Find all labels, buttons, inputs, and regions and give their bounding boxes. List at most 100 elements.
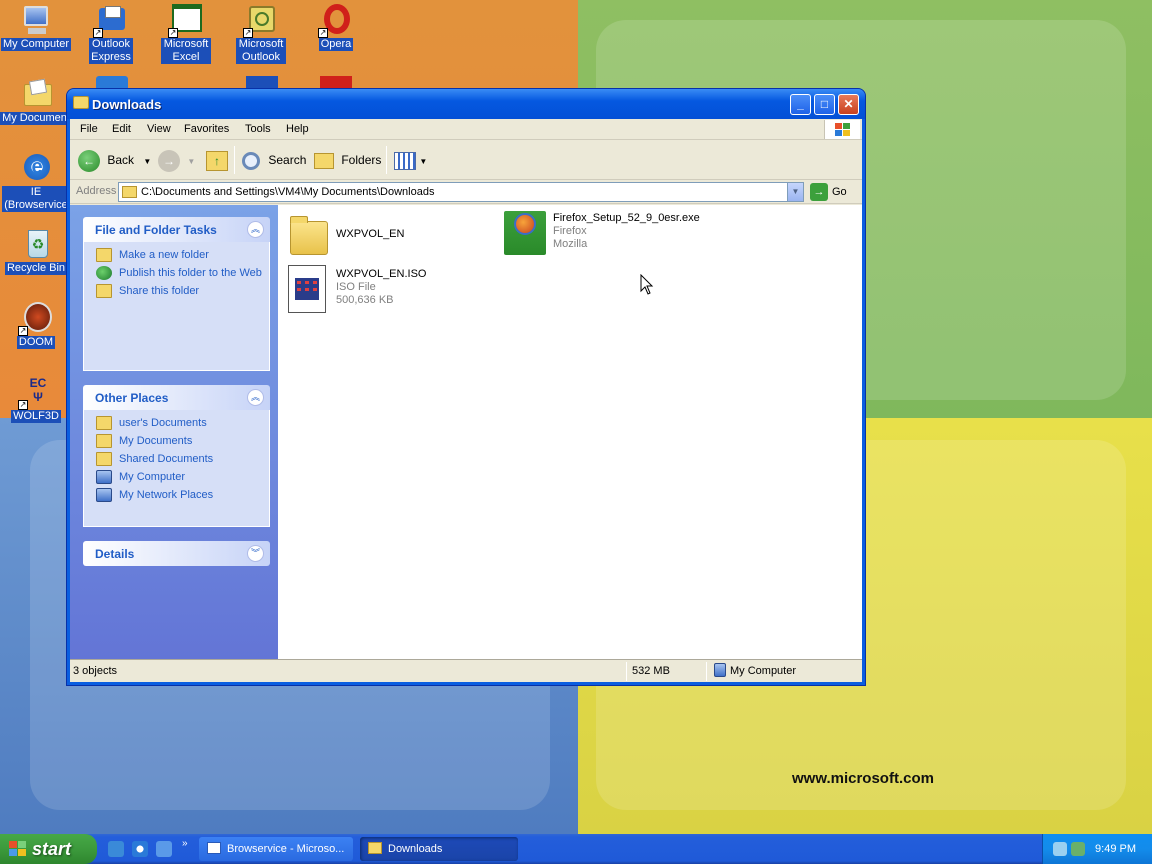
folder-icon (96, 416, 112, 430)
task-label: Share this folder (119, 285, 200, 297)
place-my-network-places[interactable]: My Network Places (96, 488, 269, 502)
windows-logo-throbber (824, 120, 860, 139)
firefox-installer-icon (504, 211, 546, 255)
panel-header[interactable]: Other Places ︽ (83, 385, 270, 410)
other-places-panel: Other Places ︽ user's Documents My Docum… (83, 385, 270, 527)
taskbar-item-label: Downloads (388, 843, 443, 855)
maximize-button[interactable]: □ (814, 94, 835, 115)
computer-icon (96, 470, 112, 484)
place-users-documents[interactable]: user's Documents (96, 416, 269, 430)
back-button[interactable]: ← Back ▼ (78, 148, 151, 172)
desktop-icon-label: My Computer (0, 38, 72, 51)
views-icon (394, 151, 416, 170)
folders-button[interactable]: Folders (314, 148, 381, 172)
file-type: ISO File (336, 281, 376, 293)
network-tray-icon[interactable] (1053, 842, 1067, 856)
folder-icon (122, 186, 137, 198)
desktop-icon-doom[interactable]: ↗ DOOM (0, 302, 72, 349)
quicklaunch-ie-icon[interactable] (132, 841, 148, 857)
minimize-button[interactable]: _ (790, 94, 811, 115)
place-label: My Computer (119, 471, 186, 483)
search-button[interactable]: Search (242, 148, 306, 172)
chevron-down-icon: ▼ (419, 157, 428, 166)
title-bar[interactable]: Downloads _ □ ✕ (67, 89, 865, 119)
task-label: Publish this folder to the Web (119, 267, 262, 279)
desktop-icon-outlook-express[interactable]: ↗ Outlook Express (75, 4, 147, 64)
task-share-folder[interactable]: Share this folder (96, 284, 269, 298)
address-input[interactable]: C:\Documents and Settings\VM4\My Documen… (118, 182, 804, 202)
close-button[interactable]: ✕ (838, 94, 859, 115)
taskbar-item-label: Browservice - Microso... (227, 843, 345, 855)
forward-arrow-icon: → (158, 149, 180, 172)
toolbar-separator (386, 146, 387, 174)
chevron-down-icon[interactable]: ▼ (143, 157, 151, 166)
opera-icon: ↗ (318, 4, 352, 38)
status-separator (626, 662, 627, 681)
explorer-window[interactable]: Downloads _ □ ✕ File Edit View Favorites… (66, 88, 866, 686)
menu-favorites[interactable]: Favorites (184, 123, 229, 135)
desktop-icon-label: Opera (318, 38, 354, 51)
taskbar-item-downloads[interactable]: Downloads (360, 837, 518, 861)
task-make-new-folder[interactable]: Make a new folder (96, 248, 269, 262)
my-computer-icon (20, 4, 52, 36)
system-tray: 9:49 PM (1042, 834, 1152, 864)
computer-icon (714, 663, 726, 677)
desktop-icon-outlook[interactable]: ↗ Microsoft Outlook (225, 4, 297, 64)
menu-file[interactable]: File (80, 123, 98, 135)
quicklaunch-overflow-icon[interactable]: » (182, 838, 188, 849)
safely-remove-tray-icon[interactable] (1071, 842, 1085, 856)
windows-flag-icon (9, 841, 27, 857)
desktop-icon-excel[interactable]: ↗ Microsoft Excel (150, 4, 222, 64)
quicklaunch-desktop-icon[interactable] (156, 841, 172, 857)
menu-view[interactable]: View (147, 123, 171, 135)
chevron-up-icon[interactable]: ︽ (247, 389, 264, 406)
go-button[interactable]: → Go (810, 182, 847, 202)
doom-icon: ↗ (18, 302, 52, 336)
menu-edit[interactable]: Edit (112, 123, 131, 135)
file-item-folder[interactable]: WXPVOL_EN (288, 213, 468, 259)
ie-window-icon (207, 842, 221, 854)
panel-header[interactable]: Details ︾ (83, 541, 270, 566)
place-my-documents[interactable]: My Documents (96, 434, 269, 448)
status-zone: My Computer (730, 665, 797, 677)
menu-help[interactable]: Help (286, 123, 309, 135)
desktop-icon-label: Microsoft Outlook (236, 38, 286, 64)
forward-button[interactable]: → ▼ (158, 148, 195, 172)
partial-desktop-icon (96, 76, 128, 88)
place-shared-documents[interactable]: Shared Documents (96, 452, 269, 466)
iso-file-icon (288, 265, 326, 313)
go-label: Go (832, 186, 847, 198)
desktop-icon-label: Microsoft Excel (161, 38, 211, 64)
place-my-computer[interactable]: My Computer (96, 470, 269, 484)
file-name: Firefox_Setup_52_9_0esr.exe (553, 212, 700, 224)
desktop-icon-ie[interactable]: e IE (Browservice (0, 152, 72, 212)
desktop-icon-label: WOLF3D (11, 410, 61, 423)
quicklaunch-outlook-icon[interactable] (108, 841, 124, 857)
task-publish-folder[interactable]: Publish this folder to the Web (96, 266, 269, 280)
back-arrow-icon: ← (78, 149, 100, 172)
desktop-icon-my-documents[interactable]: My Document (0, 78, 72, 125)
folder-icon (368, 842, 382, 854)
chevron-down-icon[interactable]: ︾ (247, 545, 264, 562)
file-item-firefox-setup[interactable]: Firefox_Setup_52_9_0esr.exe Firefox Mozi… (504, 211, 724, 261)
desktop-icon-opera[interactable]: ↗ Opera (300, 4, 372, 51)
desktop-icon-recycle-bin[interactable]: ♻ Recycle Bin (0, 228, 72, 275)
desktop-icon-my-computer[interactable]: My Computer (0, 4, 72, 51)
chevron-up-icon[interactable]: ︽ (247, 221, 264, 238)
place-label: My Documents (119, 435, 193, 447)
panel-header[interactable]: File and Folder Tasks ︽ (83, 217, 270, 242)
up-folder-button[interactable]: ↑ (206, 148, 228, 172)
address-dropdown-button[interactable]: ▼ (787, 183, 803, 201)
folder-icon (73, 96, 89, 109)
up-folder-icon: ↑ (206, 150, 228, 171)
file-item-iso[interactable]: WXPVOL_EN.ISO ISO File 500,636 KB (288, 265, 468, 317)
desktop-icon-wolf3d[interactable]: EC Ψ ↗ WOLF3D (0, 376, 72, 423)
back-label: Back (107, 153, 135, 167)
menu-tools[interactable]: Tools (245, 123, 271, 135)
start-button[interactable]: start (0, 834, 97, 864)
menu-bar: File Edit View Favorites Tools Help (70, 119, 862, 140)
details-panel: Details ︾ (83, 541, 270, 566)
place-label: My Network Places (119, 489, 214, 501)
taskbar-item-browservice[interactable]: Browservice - Microso... (199, 837, 353, 861)
views-button[interactable]: ▼ (394, 148, 427, 172)
